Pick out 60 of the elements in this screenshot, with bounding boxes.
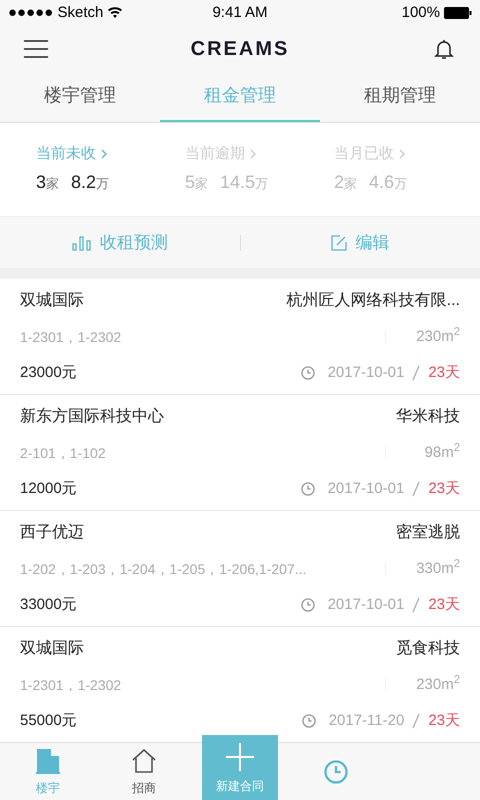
clock-icon (300, 480, 316, 497)
house-icon (130, 747, 158, 776)
edit-icon (331, 234, 348, 251)
clock-icon (322, 758, 350, 786)
rent-amount: 33000元 (20, 594, 77, 615)
tenant-name: 密室逃脱 (396, 522, 460, 544)
unit-list: 2-101，1-102 (20, 442, 106, 464)
area-text: 230m$^{2}$ (415, 326, 460, 348)
days-remaining: 23天 (428, 478, 460, 499)
contract-card[interactable]: 新东方国际科技中心 华米科技 2-101，1-102 98m$^{2}$ 12000元 2017-10-01 23天 (0, 395, 480, 510)
due-date: 2017-10-01 (328, 362, 404, 383)
contract-card[interactable]: 双城国际 觅食科技 1-2301，1-2302 230m$^{2}$ 55000元 2017-11-20 23天 (0, 627, 480, 742)
area-text: 230m$^{2}$ (415, 674, 460, 696)
days-remaining: 23天 (428, 594, 460, 615)
rent-amount: 55000元 (20, 710, 77, 731)
due-date: 2017-11-20 (328, 710, 404, 731)
tenant-name: 杭州匠人网络科技有限... (286, 290, 460, 312)
building-name: 双城国际 (20, 638, 84, 660)
slash-divider-icon (412, 364, 420, 381)
days-remaining: 23天 (428, 710, 460, 731)
slash-divider-icon (412, 596, 420, 613)
chevron-right-icon (249, 148, 257, 160)
building-name: 西子优迈 (20, 522, 84, 544)
clock-icon (300, 364, 316, 381)
tab[interactable]: 楼宇管理 (0, 72, 160, 122)
bar-chart-icon (72, 234, 92, 251)
unit-list: 1-2301，1-2302 (20, 674, 122, 696)
building-name: 双城国际 (20, 290, 84, 312)
slash-divider-icon (412, 712, 420, 729)
unit-list: 1-2301，1-2302 (20, 326, 122, 348)
clock-icon (300, 712, 317, 729)
rent-amount: 12000元 (20, 478, 77, 499)
days-remaining: 23天 (428, 362, 460, 383)
bell-icon[interactable] (432, 37, 456, 62)
due-date: 2017-10-01 (328, 594, 404, 615)
clock-icon (300, 596, 316, 613)
area-text: 330m$^{2}$ (415, 558, 460, 580)
plus-icon (224, 741, 256, 774)
rent-amount: 23000元 (20, 362, 77, 383)
tenant-name: 华米科技 (396, 406, 460, 428)
app-logo: CREAMS (190, 37, 290, 62)
chevron-right-icon (100, 148, 108, 160)
carrier-text: ●●●●● Sketch (8, 3, 104, 23)
due-date: 2017-10-01 (328, 478, 404, 499)
slash-divider-icon (412, 480, 420, 497)
stat-summary[interactable]: 当前未收 3家 8.2万 (36, 142, 146, 196)
contract-card[interactable]: 西子优迈 密室逃脱 1-202，1-203，1-204，1-205，1-206,1-207... 330m$^{2}$ 33000元 2017-10-01 23天 (0, 511, 480, 626)
nav-item[interactable]: 招商 (96, 743, 192, 800)
building-icon (34, 747, 62, 776)
building-name: 新东方国际科技中心 (20, 406, 164, 428)
tenant-name: 觅食科技 (396, 638, 460, 660)
chevron-right-icon (398, 148, 406, 160)
tab[interactable]: 租期管理 (320, 72, 480, 122)
menu-icon[interactable] (24, 39, 48, 60)
unit-list: 1-202，1-203，1-204，1-205，1-206,1-207... (20, 558, 306, 580)
battery-icon (444, 7, 472, 20)
contract-card[interactable]: 双城国际 杭州匠人网络科技有限... 1-2301，1-2302 230m$^{2}$ 23000元 2017-10-01 23天 (0, 279, 480, 394)
battery-text: 100% (402, 3, 440, 23)
time-text: 9:41 AM (212, 3, 268, 23)
area-text: 98m$^{2}$ (424, 442, 460, 464)
